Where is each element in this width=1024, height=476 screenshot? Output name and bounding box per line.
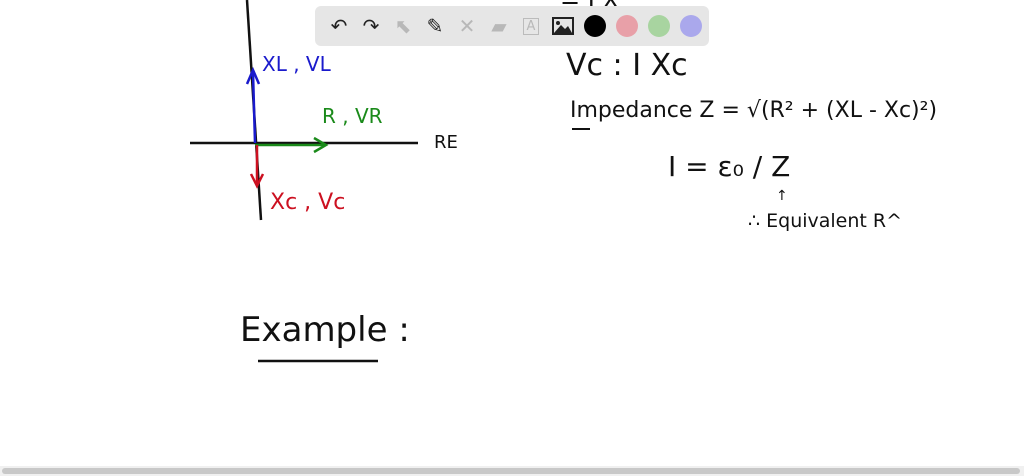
phasor-diagram	[190, 0, 590, 363]
current-equation: I = ε₀ / Z	[668, 150, 791, 183]
pen-icon[interactable]: ✎	[419, 10, 451, 42]
redo-icon[interactable]: ↷	[355, 10, 387, 42]
vc-equation: Vc : I Xc	[566, 48, 688, 83]
select-pointer-icon[interactable]: ⬉	[387, 10, 419, 42]
color-swatch	[584, 15, 606, 37]
image-icon-glyph	[552, 17, 574, 35]
undo-icon[interactable]: ↶	[323, 10, 355, 42]
text-icon-glyph: A	[522, 17, 540, 35]
equivalent-note: ∴ Equivalent R^	[748, 210, 903, 232]
text-icon[interactable]: A	[515, 10, 547, 42]
label-r-vr: R , VR	[322, 104, 383, 128]
pointer-arrow: ↑	[776, 188, 788, 204]
label-re: RE	[434, 132, 458, 153]
scrollbar-thumb[interactable]	[2, 468, 1020, 474]
label-xl-vl: XL , VL	[262, 52, 331, 76]
color-purple[interactable]	[675, 10, 707, 42]
color-black[interactable]	[579, 10, 611, 42]
color-green[interactable]	[643, 10, 675, 42]
color-red[interactable]	[611, 10, 643, 42]
color-swatch	[680, 15, 702, 37]
example-heading: Example :	[240, 310, 410, 350]
impedance-equation: Impedance Z = √(R² + (XL - Xc)²)	[570, 98, 938, 123]
eraser-icon[interactable]: ▰	[483, 10, 515, 42]
color-swatch	[648, 15, 670, 37]
horizontal-scrollbar[interactable]	[0, 466, 1024, 476]
drawing-toolbar: ↶ ↷ ⬉ ✎ ✕ ▰ A	[315, 6, 709, 46]
label-xc-vc: Xc , Vc	[270, 190, 346, 215]
tools-icon[interactable]: ✕	[451, 10, 483, 42]
inductive-phasor	[251, 71, 257, 144]
image-icon[interactable]	[547, 10, 579, 42]
color-swatch	[616, 15, 638, 37]
